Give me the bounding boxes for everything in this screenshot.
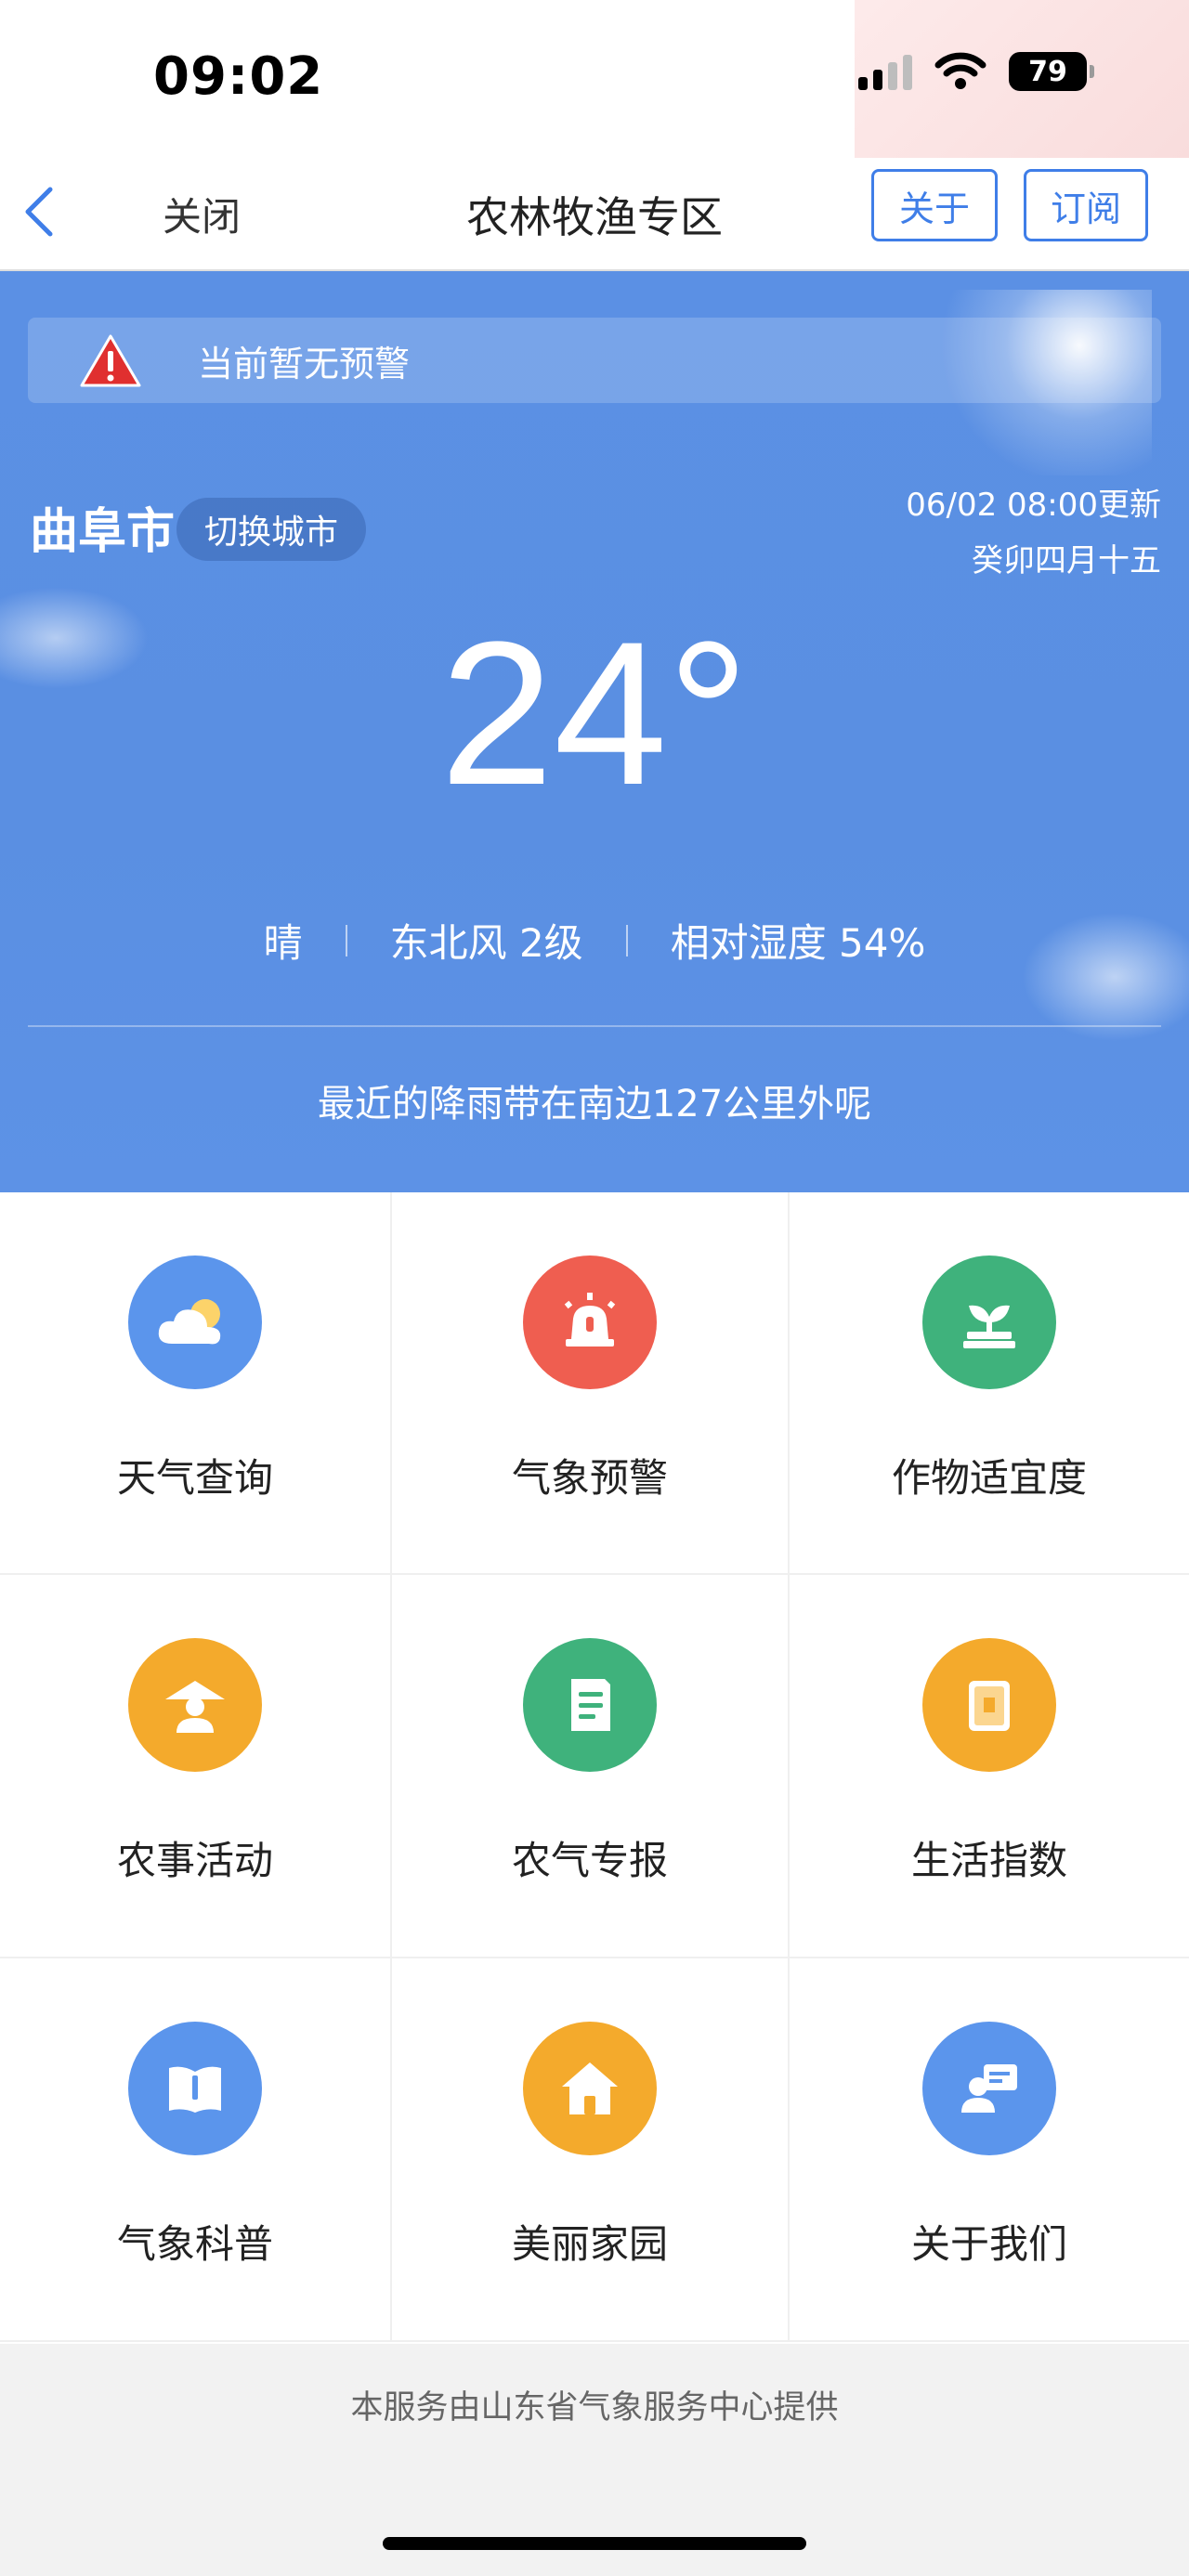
agro-report-icon bbox=[523, 1638, 657, 1772]
menu-item-label: 生活指数 bbox=[910, 1838, 1067, 1883]
humidity-info: 相对湿度 54% bbox=[670, 920, 926, 966]
divider bbox=[28, 1025, 1161, 1027]
menu-item-label: 气象预警 bbox=[511, 1455, 668, 1501]
switch-city-button[interactable]: 切换城市 bbox=[176, 498, 367, 561]
battery-icon: 79 bbox=[1009, 52, 1094, 91]
menu-item-label: 农气专报 bbox=[511, 1838, 668, 1883]
status-time: 09:02 bbox=[153, 46, 324, 107]
menu-item-label: 美丽家园 bbox=[511, 2221, 668, 2267]
wind-info: 东北风 2级 bbox=[389, 920, 583, 966]
menu-item-label: 关于我们 bbox=[910, 2221, 1067, 2267]
menu-item-life-index[interactable]: 生活指数 bbox=[790, 1575, 1189, 1958]
warning-icon bbox=[80, 334, 141, 387]
status-indicators: 79 bbox=[858, 52, 1094, 91]
about-button[interactable]: 关于 bbox=[871, 169, 998, 241]
menu-item-farm-activity[interactable]: 农事活动 bbox=[0, 1575, 390, 1958]
menu-item-label: 气象科普 bbox=[116, 2221, 273, 2267]
wifi-icon bbox=[934, 52, 986, 89]
life-index-icon bbox=[922, 1638, 1056, 1772]
crop-suitability-icon bbox=[922, 1255, 1056, 1389]
home-indicator[interactable] bbox=[383, 2537, 806, 2550]
signal-icon bbox=[858, 53, 912, 90]
weather-condition: 晴 bbox=[263, 920, 303, 966]
close-button[interactable]: 关闭 bbox=[163, 186, 241, 242]
menu-item-beautiful-home[interactable]: 美丽家园 bbox=[392, 1958, 788, 2342]
menu-item-agro-report[interactable]: 农气专报 bbox=[392, 1575, 788, 1958]
back-arrow-icon[interactable] bbox=[19, 184, 65, 240]
menu-item-about-us[interactable]: 关于我们 bbox=[790, 1958, 1189, 2342]
weather-conditions: 晴 东北风 2级 相对湿度 54% bbox=[0, 912, 1189, 969]
divider bbox=[345, 924, 347, 956]
lunar-date: 癸卯四月十五 bbox=[972, 542, 1161, 579]
status-bar: 09:02 79 bbox=[0, 0, 1189, 265]
weather-warning-icon bbox=[523, 1255, 657, 1389]
nav-bar: 关闭 农林牧渔专区 关于 订阅 bbox=[0, 158, 1189, 271]
farm-activity-icon bbox=[128, 1638, 262, 1772]
beautiful-home-icon bbox=[523, 2022, 657, 2155]
menu-item-label: 农事活动 bbox=[116, 1838, 273, 1883]
divider bbox=[625, 924, 628, 956]
weather-card: 当前暂无预警 曲阜市 切换城市 06/02 08:00更新 癸卯四月十五 24°… bbox=[0, 271, 1189, 1192]
update-info: 06/02 08:00更新 癸卯四月十五 bbox=[906, 477, 1161, 589]
alert-text: 当前暂无预警 bbox=[198, 343, 411, 384]
city-name: 曲阜市 bbox=[30, 504, 176, 560]
temperature: 24° bbox=[439, 599, 750, 827]
update-time: 06/02 08:00更新 bbox=[906, 487, 1161, 524]
rain-notice: 最近的降雨带在南边127公里外呢 bbox=[317, 1083, 872, 1125]
alert-banner[interactable]: 当前暂无预警 bbox=[28, 318, 1161, 403]
feature-grid: 天气查询 气象预警 作物适宜度 农事活动 农气专报 生活指数 气象科普 美丽家园… bbox=[0, 1192, 1189, 2344]
meteorology-science-icon bbox=[128, 2022, 262, 2155]
subscribe-button[interactable]: 订阅 bbox=[1024, 169, 1148, 241]
menu-item-label: 天气查询 bbox=[116, 1455, 273, 1501]
menu-item-meteorology-science[interactable]: 气象科普 bbox=[0, 1958, 390, 2342]
menu-item-crop-suitability[interactable]: 作物适宜度 bbox=[790, 1192, 1189, 1575]
menu-item-label: 作物适宜度 bbox=[891, 1455, 1087, 1501]
menu-item-weather-query[interactable]: 天气查询 bbox=[0, 1192, 390, 1575]
menu-item-weather-warning[interactable]: 气象预警 bbox=[392, 1192, 788, 1575]
weather-query-icon bbox=[128, 1255, 262, 1389]
about-us-icon bbox=[922, 2022, 1056, 2155]
footer-text: 本服务由山东省气象服务中心提供 bbox=[350, 2389, 839, 2426]
